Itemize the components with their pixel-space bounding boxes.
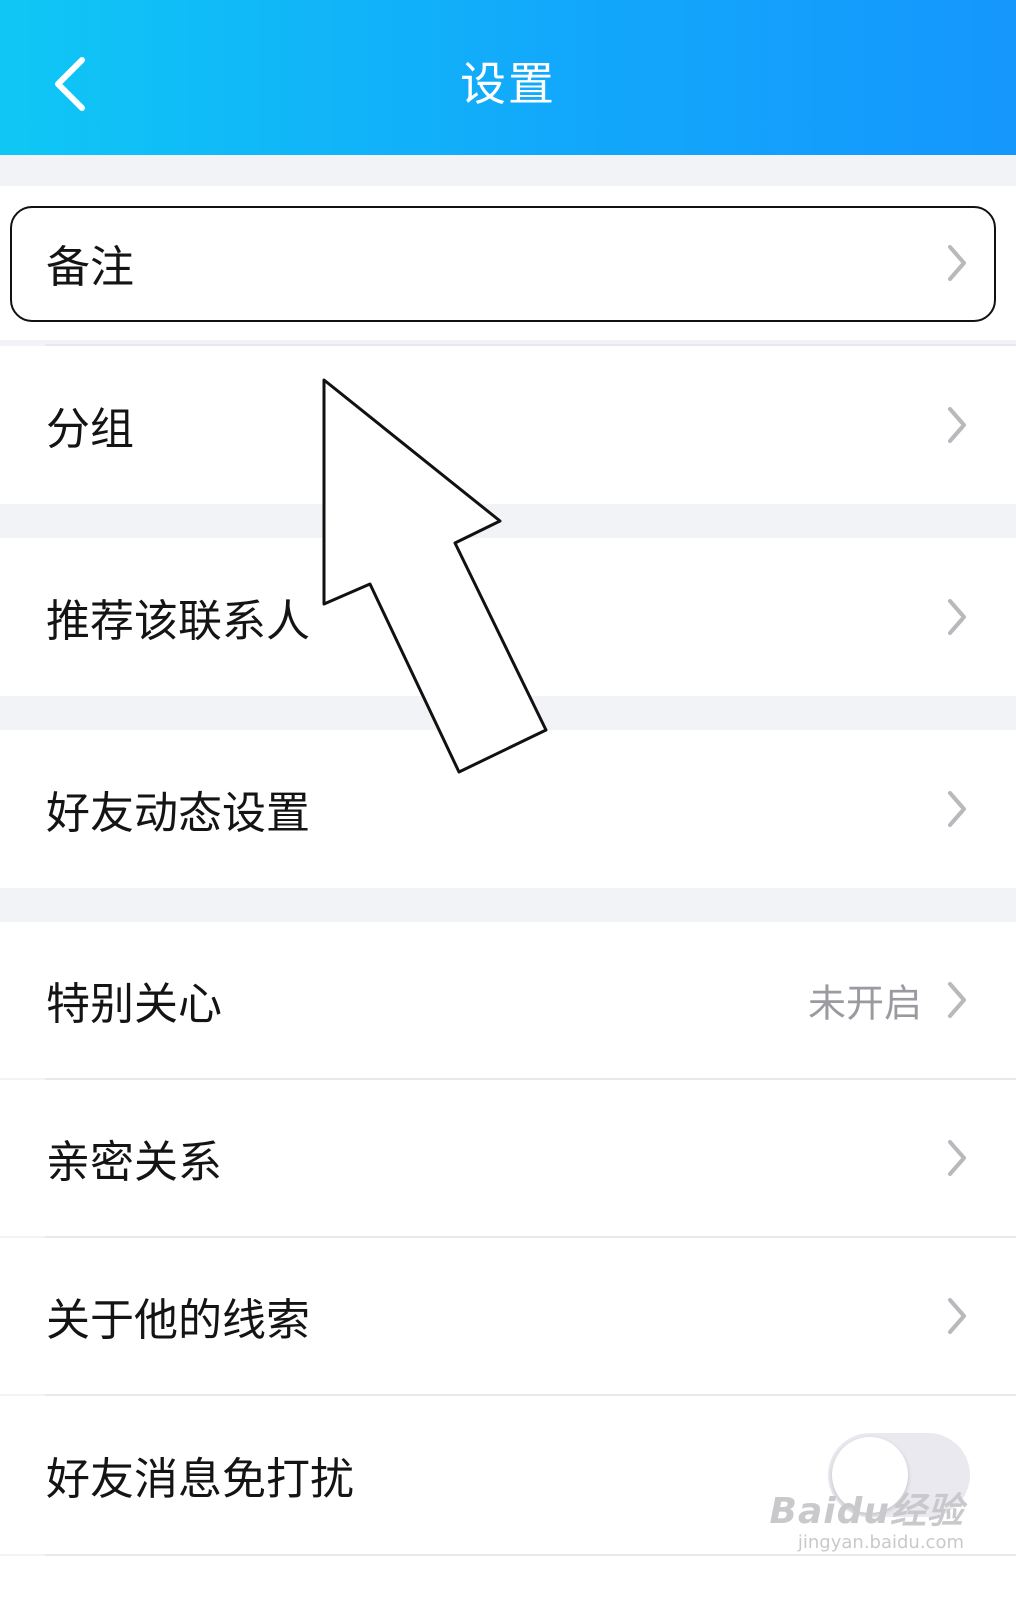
settings-item-label: 特别关心 [46, 979, 222, 1030]
page-title: 设置 [460, 57, 556, 111]
chevron-right-icon [948, 599, 966, 635]
settings-item-group[interactable]: 分组 [0, 346, 1016, 504]
settings-item-partial[interactable] [0, 1556, 1016, 1600]
settings-item-label: 好友消息免打扰 [46, 1454, 354, 1505]
chevron-right-icon [948, 407, 966, 443]
chevron-right-icon [948, 982, 966, 1018]
chevron-right-icon [948, 1298, 966, 1334]
chevron-right-icon [948, 1140, 966, 1176]
status-value: 未开启 [807, 981, 922, 1026]
settings-item-label: 好友动态设置 [46, 788, 310, 839]
settings-item-special-care[interactable]: 特别关心 未开启 [0, 922, 1016, 1078]
settings-item-intimacy[interactable]: 亲密关系 [0, 1080, 1016, 1236]
settings-item-do-not-disturb: 好友消息免打扰 [0, 1396, 1016, 1554]
settings-item-label: 分组 [46, 404, 134, 455]
settings-item-label: 亲密关系 [46, 1137, 222, 1188]
settings-item-recommend-contact[interactable]: 推荐该联系人 [0, 538, 1016, 696]
settings-item-remark[interactable]: 备注 [0, 186, 1016, 340]
do-not-disturb-toggle[interactable] [828, 1433, 970, 1517]
nav-header: 设置 [0, 0, 1016, 155]
settings-item-clues[interactable]: 关于他的线索 [0, 1238, 1016, 1394]
chevron-right-icon [948, 245, 966, 281]
toggle-knob [832, 1437, 908, 1513]
chevron-right-icon [948, 791, 966, 827]
settings-item-label: 备注 [46, 242, 134, 293]
settings-item-label: 推荐该联系人 [46, 596, 310, 647]
settings-item-label: 关于他的线索 [46, 1295, 310, 1346]
settings-item-moments-settings[interactable]: 好友动态设置 [0, 730, 1016, 888]
